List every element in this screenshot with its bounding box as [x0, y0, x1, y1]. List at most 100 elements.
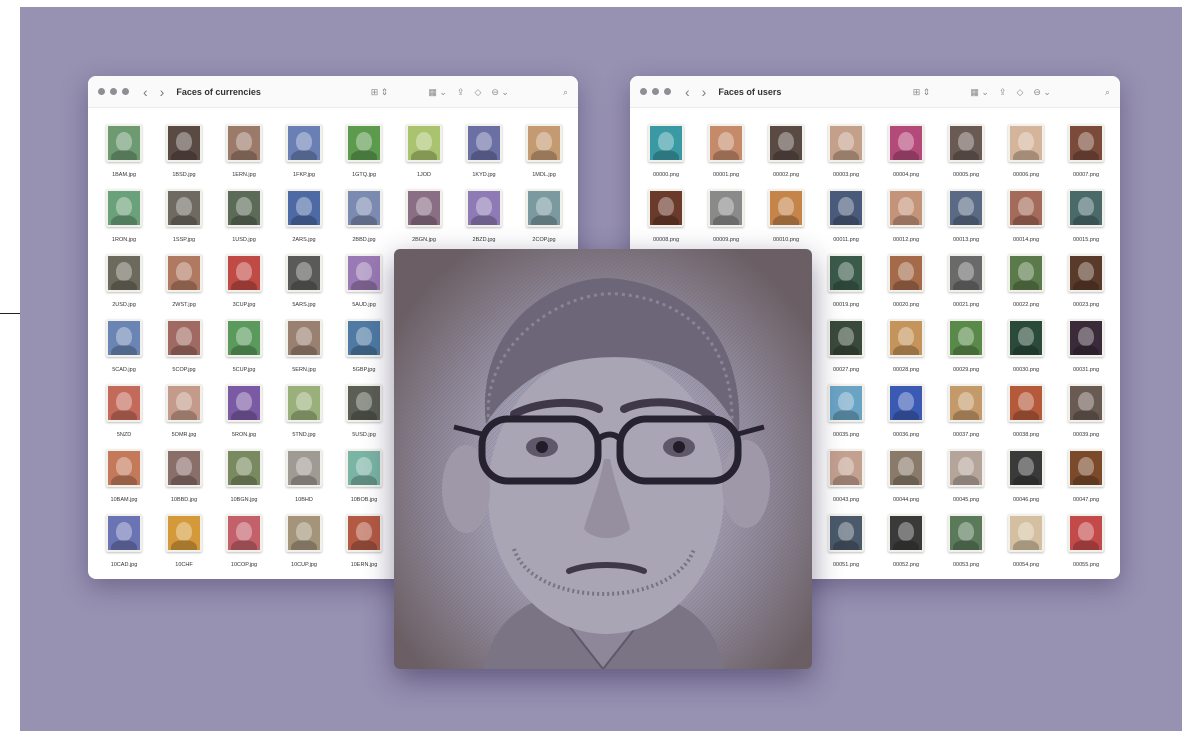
file-thumbnail[interactable] — [1008, 189, 1044, 227]
group-icon[interactable]: ▦ ⌄ — [428, 87, 447, 98]
file-item[interactable]: 00045.png — [936, 449, 996, 514]
file-thumbnail[interactable] — [888, 384, 924, 422]
file-item[interactable]: 1RON.jpg — [94, 189, 154, 254]
zoom-dot[interactable] — [664, 88, 671, 95]
file-item[interactable]: 5NZD — [94, 384, 154, 449]
file-item[interactable]: 5COP.jpg — [154, 319, 214, 384]
file-item[interactable]: 1BSD.jpg — [154, 124, 214, 189]
file-item[interactable]: 10BBD.jpg — [154, 449, 214, 514]
file-item[interactable]: 10ERN.jpg — [334, 514, 394, 579]
file-thumbnail[interactable] — [466, 124, 502, 162]
file-thumbnail[interactable] — [286, 514, 322, 552]
more-icon[interactable]: ⊖ ⌄ — [1033, 87, 1051, 98]
file-item[interactable]: 00013.png — [936, 189, 996, 254]
file-item[interactable]: 2WST.jpg — [154, 254, 214, 319]
file-item[interactable]: 00007.png — [1056, 124, 1116, 189]
file-item[interactable]: 5AUD.jpg — [334, 254, 394, 319]
file-item[interactable]: 00037.png — [936, 384, 996, 449]
file-item[interactable]: 5OMR.jpg — [154, 384, 214, 449]
file-item[interactable]: 5ERN.jpg — [274, 319, 334, 384]
file-item[interactable]: 2BBD.jpg — [334, 189, 394, 254]
file-item[interactable]: 10CHF — [154, 514, 214, 579]
search-icon[interactable]: ⌕ — [563, 87, 568, 98]
share-icon[interactable]: ⇪ — [999, 87, 1007, 98]
minimize-dot[interactable] — [110, 88, 117, 95]
file-item[interactable]: 00014.png — [996, 189, 1056, 254]
file-thumbnail[interactable] — [346, 514, 382, 552]
file-item[interactable]: 00015.png — [1056, 189, 1116, 254]
file-thumbnail[interactable] — [888, 189, 924, 227]
file-thumbnail[interactable] — [948, 189, 984, 227]
search-icon[interactable]: ⌕ — [1105, 87, 1110, 98]
file-item[interactable]: 2USD.jpg — [94, 254, 154, 319]
close-dot[interactable] — [640, 88, 647, 95]
file-thumbnail[interactable] — [406, 124, 442, 162]
file-thumbnail[interactable] — [166, 384, 202, 422]
file-item[interactable]: 00046.png — [996, 449, 1056, 514]
file-thumbnail[interactable] — [226, 124, 262, 162]
file-thumbnail[interactable] — [708, 189, 744, 227]
file-thumbnail[interactable] — [166, 254, 202, 292]
tag-icon[interactable]: ◇ — [474, 87, 481, 98]
file-thumbnail[interactable] — [106, 449, 142, 487]
file-thumbnail[interactable] — [346, 319, 382, 357]
file-item[interactable]: 00011.png — [816, 189, 876, 254]
file-thumbnail[interactable] — [166, 189, 202, 227]
file-thumbnail[interactable] — [226, 319, 262, 357]
file-thumbnail[interactable] — [106, 319, 142, 357]
file-item[interactable]: 1SSP.jpg — [154, 189, 214, 254]
file-item[interactable]: 5CAD.jpg — [94, 319, 154, 384]
file-thumbnail[interactable] — [226, 189, 262, 227]
file-thumbnail[interactable] — [948, 384, 984, 422]
file-thumbnail[interactable] — [1068, 514, 1104, 552]
forward-icon[interactable]: › — [160, 85, 165, 99]
tag-icon[interactable]: ◇ — [1016, 87, 1023, 98]
file-thumbnail[interactable] — [888, 254, 924, 292]
file-item[interactable]: 10BAM.jpg — [94, 449, 154, 514]
file-item[interactable]: 00043.png — [816, 449, 876, 514]
file-item[interactable]: 00028.png — [876, 319, 936, 384]
file-thumbnail[interactable] — [346, 124, 382, 162]
file-item[interactable]: 5RON.jpg — [214, 384, 274, 449]
file-item[interactable]: 1JOD — [394, 124, 454, 189]
file-item[interactable]: 2BGN.jpg — [394, 189, 454, 254]
file-item[interactable]: 00010.png — [756, 189, 816, 254]
file-thumbnail[interactable] — [948, 449, 984, 487]
file-item[interactable]: 1KYD.jpg — [454, 124, 514, 189]
file-thumbnail[interactable] — [106, 514, 142, 552]
file-thumbnail[interactable] — [286, 124, 322, 162]
file-thumbnail[interactable] — [828, 189, 864, 227]
group-icon[interactable]: ▦ ⌄ — [970, 87, 989, 98]
file-item[interactable]: 00009.png — [696, 189, 756, 254]
file-item[interactable]: 1MDL.jpg — [514, 124, 574, 189]
file-thumbnail[interactable] — [286, 384, 322, 422]
file-thumbnail[interactable] — [346, 254, 382, 292]
file-item[interactable]: 5ARS.jpg — [274, 254, 334, 319]
file-thumbnail[interactable] — [106, 254, 142, 292]
file-item[interactable]: 2BZD.jpg — [454, 189, 514, 254]
file-thumbnail[interactable] — [286, 189, 322, 227]
file-item[interactable]: 1BAM.jpg — [94, 124, 154, 189]
file-thumbnail[interactable] — [828, 124, 864, 162]
file-thumbnail[interactable] — [1068, 384, 1104, 422]
share-icon[interactable]: ⇪ — [457, 87, 465, 98]
file-item[interactable]: 00036.png — [876, 384, 936, 449]
file-item[interactable]: 00029.png — [936, 319, 996, 384]
file-thumbnail[interactable] — [346, 449, 382, 487]
file-thumbnail[interactable] — [948, 319, 984, 357]
file-item[interactable]: 00038.png — [996, 384, 1056, 449]
file-thumbnail[interactable] — [648, 189, 684, 227]
back-icon[interactable]: ‹ — [143, 85, 148, 99]
file-item[interactable]: 00055.png — [1056, 514, 1116, 579]
file-item[interactable]: 5GBP.jpg — [334, 319, 394, 384]
forward-icon[interactable]: › — [702, 85, 707, 99]
file-item[interactable]: 00004.png — [876, 124, 936, 189]
file-item[interactable]: 00035.png — [816, 384, 876, 449]
file-item[interactable]: 00002.png — [756, 124, 816, 189]
file-item[interactable]: 00019.png — [816, 254, 876, 319]
file-item[interactable]: 10CAD.jpg — [94, 514, 154, 579]
view-mode-icon[interactable]: ⊞ ⇕ — [371, 87, 389, 98]
file-thumbnail[interactable] — [166, 449, 202, 487]
file-thumbnail[interactable] — [1008, 449, 1044, 487]
file-item[interactable]: 00005.png — [936, 124, 996, 189]
